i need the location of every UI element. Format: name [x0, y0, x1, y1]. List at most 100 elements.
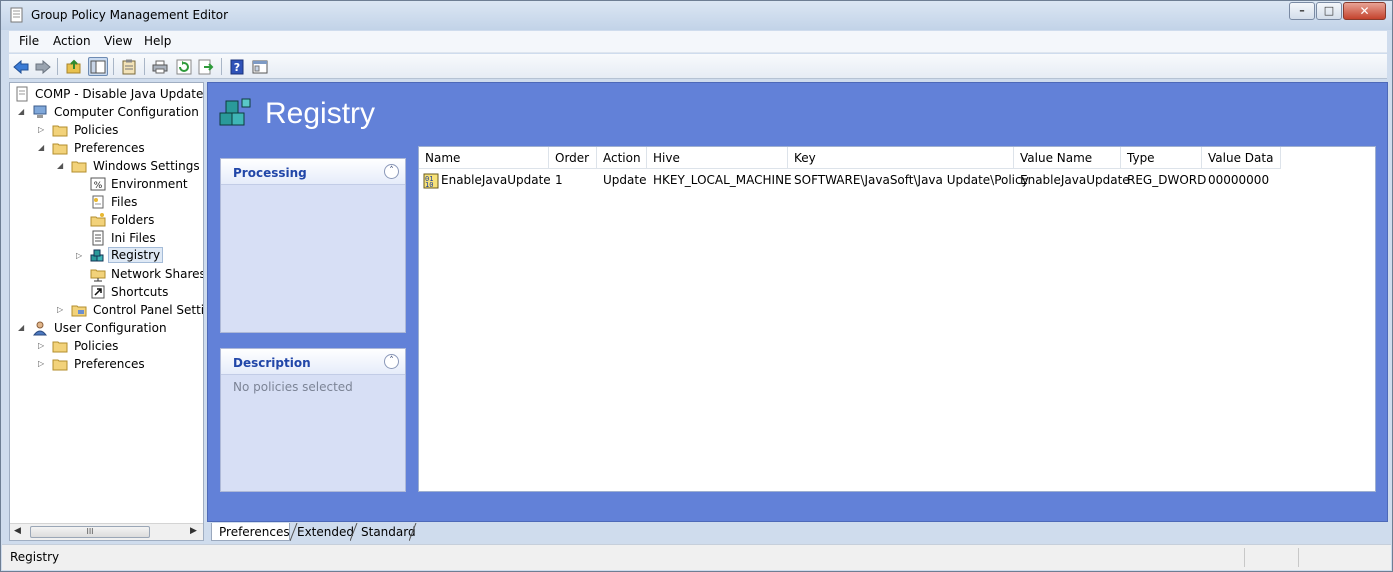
- svg-text:?: ?: [234, 61, 240, 74]
- refresh-button[interactable]: [174, 57, 194, 76]
- description-header[interactable]: Description ˄: [221, 349, 405, 375]
- toolbar-separator: [113, 58, 114, 75]
- menu-help[interactable]: Help: [144, 34, 171, 48]
- column-header-type[interactable]: Type: [1121, 147, 1202, 169]
- cell-value-name: EnableJavaUpdate: [1020, 173, 1130, 187]
- forward-button[interactable]: [33, 57, 53, 76]
- expanded-arrow-icon[interactable]: ◢: [38, 143, 47, 152]
- folders-icon: [90, 213, 106, 227]
- status-bar: Registry: [2, 544, 1391, 570]
- column-header-action[interactable]: Action: [597, 147, 647, 169]
- network-shares-icon: [90, 269, 106, 282]
- cell-action: Update: [603, 173, 647, 187]
- export-list-icon: [198, 59, 214, 74]
- title-bar[interactable]: Group Policy Management Editor – □ ✕: [1, 1, 1392, 30]
- registry-details-pane: Registry Processing ˄ Description ˄ No p…: [207, 82, 1388, 522]
- collapsed-arrow-icon[interactable]: ▷: [38, 125, 47, 134]
- folder-icon: [52, 359, 68, 371]
- gpo-editor-icon: [10, 7, 23, 23]
- tab-divider: [350, 523, 358, 541]
- console-tree[interactable]: COMP - Disable Java Updates [D ◢ Compute…: [9, 82, 204, 541]
- tab-extended[interactable]: Extended: [297, 523, 354, 541]
- collapsed-arrow-icon[interactable]: ▷: [38, 341, 47, 350]
- status-text: Registry: [10, 550, 60, 564]
- column-header-key[interactable]: Key: [788, 147, 1014, 169]
- minimize-icon: –: [1299, 4, 1305, 17]
- menu-file[interactable]: File: [19, 34, 39, 48]
- menu-bar: File Action View Help: [9, 31, 1387, 53]
- tree-label: COMP - Disable Java Updates [D: [35, 87, 204, 101]
- toolbar-separator: [57, 58, 58, 75]
- registry-items-list[interactable]: Name Order Action Hive Key Value Name Ty…: [418, 146, 1376, 492]
- folder-icon: [52, 125, 68, 137]
- maximize-button[interactable]: □: [1316, 2, 1342, 20]
- properties-button[interactable]: [250, 57, 270, 76]
- processing-panel: Processing ˄: [220, 158, 406, 333]
- column-header-hive[interactable]: Hive: [647, 147, 788, 169]
- tree-label: Policies: [74, 339, 119, 353]
- processing-header[interactable]: Processing ˄: [221, 159, 405, 185]
- view-tabs: Preferences Extended Standard: [207, 523, 1388, 541]
- minimize-button[interactable]: –: [1289, 2, 1315, 20]
- show-hide-tree-button[interactable]: [88, 57, 108, 76]
- collapse-icon[interactable]: ˄: [384, 164, 399, 179]
- tree-label: Files: [111, 195, 138, 209]
- cell-name: EnableJavaUpdate: [441, 173, 551, 187]
- menu-view[interactable]: View: [104, 34, 132, 48]
- expanded-arrow-icon[interactable]: ◢: [18, 323, 27, 332]
- show-hide-tree-icon: [90, 60, 106, 73]
- cell-type: REG_DWORD: [1127, 173, 1207, 187]
- clipboard-button[interactable]: [119, 57, 139, 76]
- tree-label: Ini Files: [111, 231, 156, 245]
- processing-title: Processing: [233, 166, 307, 180]
- close-icon: ✕: [1359, 4, 1370, 18]
- maximize-icon: □: [1323, 4, 1335, 17]
- back-button[interactable]: [11, 57, 31, 76]
- export-list-button[interactable]: [196, 57, 216, 76]
- clipboard-icon: [122, 59, 136, 74]
- expanded-arrow-icon[interactable]: ◢: [18, 107, 27, 116]
- collapsed-arrow-icon[interactable]: ▷: [57, 305, 66, 314]
- close-button[interactable]: ✕: [1343, 2, 1386, 20]
- tree-label: Policies: [74, 123, 119, 137]
- status-divider: [1298, 548, 1299, 567]
- column-header-name[interactable]: Name: [419, 147, 549, 169]
- column-header-value-data[interactable]: Value Data: [1202, 147, 1281, 169]
- expanded-arrow-icon[interactable]: ◢: [57, 161, 66, 170]
- scroll-thumb[interactable]: III: [30, 526, 150, 538]
- column-header-value-name[interactable]: Value Name: [1014, 147, 1121, 169]
- tab-preferences[interactable]: Preferences: [211, 523, 290, 541]
- column-header-order[interactable]: Order: [549, 147, 597, 169]
- description-title: Description: [233, 356, 311, 370]
- menu-action[interactable]: Action: [53, 34, 91, 48]
- help-button[interactable]: ?: [227, 57, 247, 76]
- tree-label: Windows Settings: [93, 159, 200, 173]
- print-icon: [152, 60, 168, 73]
- back-icon: [13, 59, 29, 74]
- svg-text:%: %: [94, 181, 103, 191]
- app-window: Group Policy Management Editor – □ ✕ Fil…: [0, 0, 1393, 572]
- tree-label: Shortcuts: [111, 285, 169, 299]
- scroll-left-icon[interactable]: ◀: [14, 526, 21, 536]
- page-title: Registry: [265, 97, 376, 130]
- collapsed-arrow-icon[interactable]: ▷: [76, 251, 85, 260]
- folder-icon: [52, 143, 68, 155]
- toolbar: ?: [9, 54, 1387, 79]
- tree-label: Preferences: [74, 141, 145, 155]
- description-panel: Description ˄ No policies selected: [220, 348, 406, 492]
- collapse-icon[interactable]: ˄: [384, 354, 399, 369]
- forward-icon: [35, 59, 51, 74]
- up-one-level-button[interactable]: [64, 57, 84, 76]
- tree-label: Control Panel Setting: [93, 303, 204, 317]
- refresh-icon: [176, 59, 192, 74]
- scroll-right-icon[interactable]: ▶: [190, 526, 197, 536]
- tree-horizontal-scrollbar[interactable]: ◀ III ▶: [10, 523, 203, 540]
- tree-label: Folders: [111, 213, 155, 227]
- print-button[interactable]: [150, 57, 170, 76]
- collapsed-arrow-icon[interactable]: ▷: [38, 359, 47, 368]
- svg-text:10: 10: [425, 181, 433, 189]
- folder-icon: [71, 161, 87, 173]
- tab-divider: [409, 523, 417, 541]
- tree-label: Network Shares: [111, 267, 204, 281]
- up-folder-icon: [66, 59, 81, 73]
